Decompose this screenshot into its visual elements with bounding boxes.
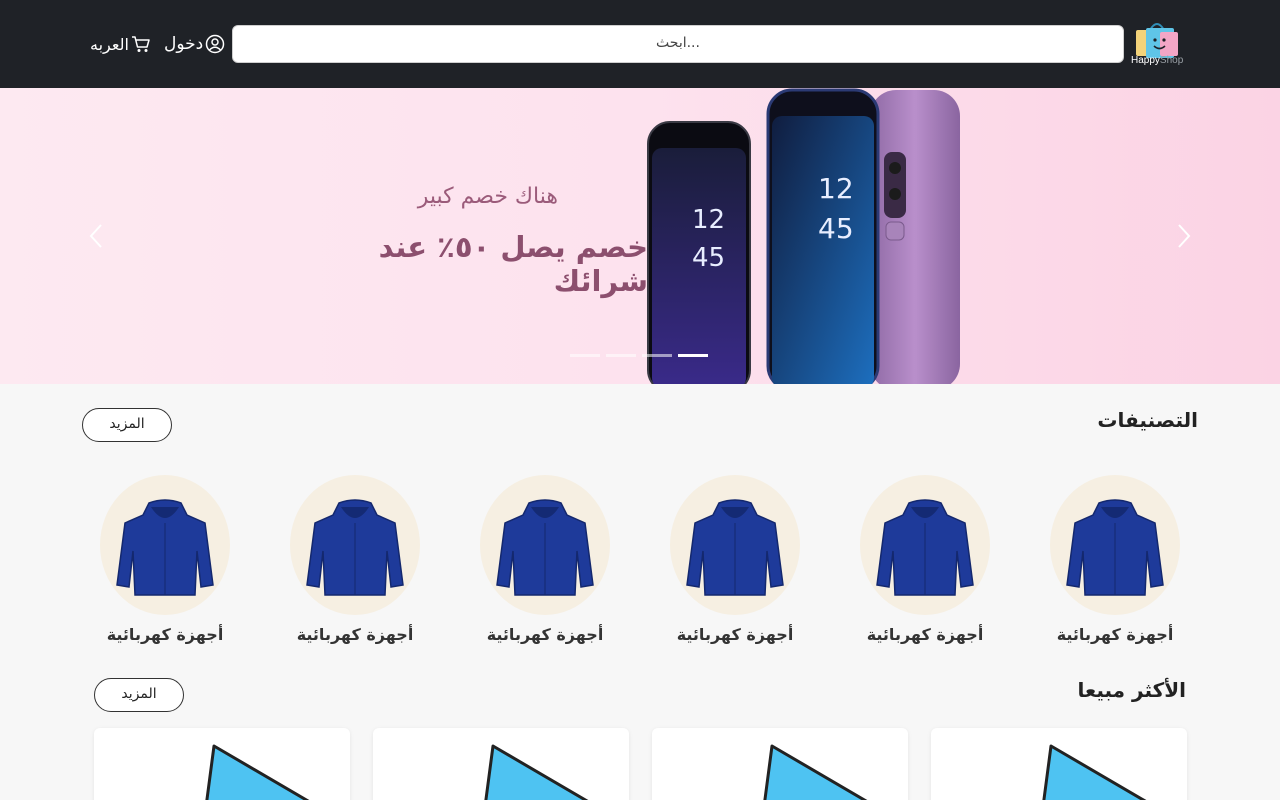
carousel-dot-active[interactable]: [678, 354, 708, 357]
logo-text-shop: Shop: [1159, 55, 1184, 66]
phones-image: 12 45 12 45: [647, 88, 960, 384]
carousel-dot[interactable]: [606, 354, 636, 357]
carousel-dot[interactable]: [570, 354, 600, 357]
user-circle-icon: [205, 34, 225, 54]
category-image: [290, 475, 420, 615]
category-item[interactable]: أجهزة كهربائية: [460, 475, 630, 644]
product-image: [763, 744, 868, 800]
product-card[interactable]: [652, 728, 908, 800]
category-item[interactable]: أجهزة كهربائية: [1030, 475, 1200, 644]
svg-text:12: 12: [692, 205, 725, 235]
hero-title: خصم يصل ٥٠٪ عند شرائك: [378, 230, 648, 298]
logo-text-happy: Happy: [1131, 55, 1160, 66]
hero-carousel: هناك خصم كبير خصم يصل ٥٠٪ عند شرائك 12 4…: [0, 88, 1280, 384]
category-label: أجهزة كهربائية: [106, 625, 224, 644]
category-image: [1050, 475, 1180, 615]
cart-icon: [131, 36, 150, 52]
svg-text:45: 45: [818, 212, 854, 245]
login-label: دخول: [164, 34, 204, 54]
logo-text: HappyShop: [1131, 55, 1183, 66]
best-sellers-more-button[interactable]: المزيد: [94, 678, 184, 712]
hero-subtitle: هناك خصم كبير: [417, 184, 558, 209]
category-image: [100, 475, 230, 615]
best-sellers-title: الأكثر مبيعا: [1077, 678, 1186, 702]
categories-title: التصنيفات: [1097, 408, 1198, 432]
category-item[interactable]: أجهزة كهربائية: [80, 475, 250, 644]
category-image: [480, 475, 610, 615]
cart-label: العربه: [90, 34, 129, 54]
product-image: [484, 744, 589, 800]
category-item[interactable]: أجهزة كهربائية: [650, 475, 820, 644]
carousel-indicators: [570, 354, 708, 357]
carousel-next-icon[interactable]: [1176, 223, 1192, 249]
category-item[interactable]: أجهزة كهربائية: [270, 475, 440, 644]
category-label: أجهزة كهربائية: [866, 625, 984, 644]
category-image: [860, 475, 990, 615]
category-item[interactable]: أجهزة كهربائية: [840, 475, 1010, 644]
product-card[interactable]: [931, 728, 1187, 800]
svg-text:45: 45: [692, 243, 725, 273]
category-label: أجهزة كهربائية: [1056, 625, 1174, 644]
categories-more-button[interactable]: المزيد: [82, 408, 172, 442]
cart-button[interactable]: العربه: [90, 32, 151, 56]
carousel-dot[interactable]: [642, 354, 672, 357]
category-label: أجهزة كهربائية: [296, 625, 414, 644]
carousel-prev-icon[interactable]: [88, 223, 104, 249]
product-image: [1042, 744, 1147, 800]
search-input[interactable]: ابحث...: [232, 25, 1124, 63]
category-image: [670, 475, 800, 615]
login-button[interactable]: دخول: [164, 32, 225, 56]
category-label: أجهزة كهربائية: [676, 625, 794, 644]
svg-text:12: 12: [818, 172, 854, 205]
product-card[interactable]: [94, 728, 350, 800]
top-navbar: HappyShop ابحث... دخول العربه: [0, 0, 1280, 88]
product-image: [205, 744, 310, 800]
product-card[interactable]: [373, 728, 629, 800]
category-label: أجهزة كهربائية: [486, 625, 604, 644]
